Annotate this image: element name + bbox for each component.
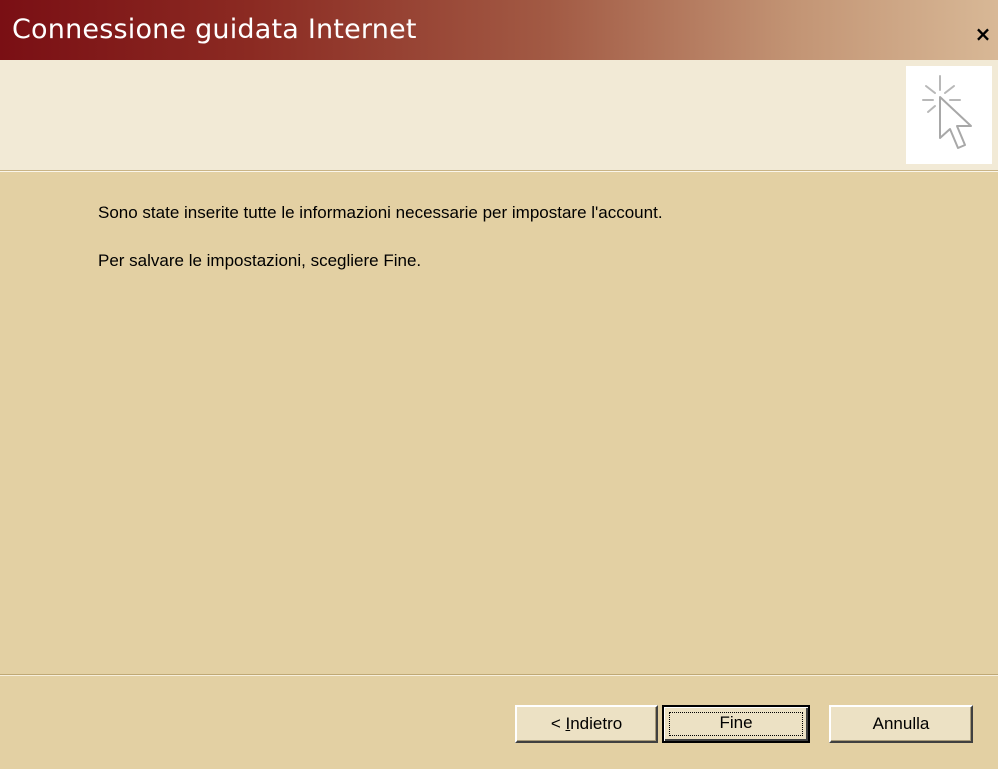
button-separator xyxy=(0,674,998,676)
title-bar[interactable]: Connessione guidata Internet × xyxy=(0,0,998,60)
header-banner xyxy=(0,60,998,172)
finish-button-label: Fine xyxy=(719,713,753,732)
wizard-cursor-sparkle-icon xyxy=(906,66,992,164)
info-text-complete: Sono state inserite tutte le informazion… xyxy=(98,203,663,222)
back-button-label: ndietro xyxy=(570,714,623,733)
back-button-prefix: < xyxy=(550,714,566,733)
finish-button[interactable]: Fine xyxy=(662,705,810,743)
wizard-content: Sono state inserite tutte le informazion… xyxy=(0,173,998,671)
cancel-button-label: Annulla xyxy=(872,714,930,733)
cancel-button[interactable]: Annulla xyxy=(829,705,973,743)
info-text-save: Per salvare le impostazioni, scegliere F… xyxy=(98,251,422,270)
window-title: Connessione guidata Internet xyxy=(12,14,417,45)
close-button[interactable]: × xyxy=(972,22,994,46)
wizard-dialog: Connessione guidata Internet × Sono stat… xyxy=(0,0,998,769)
close-icon: × xyxy=(974,22,992,46)
back-button[interactable]: < Indietro xyxy=(515,705,658,743)
